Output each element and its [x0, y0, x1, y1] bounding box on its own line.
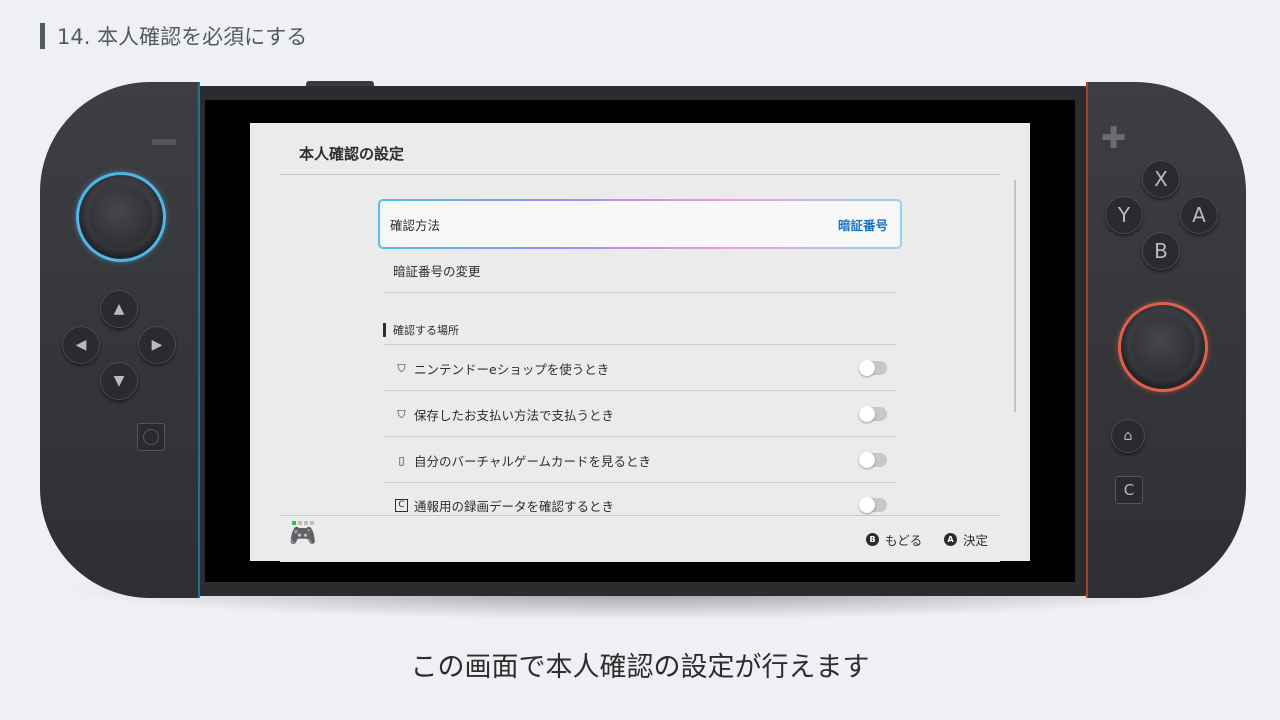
c-button[interactable]: C: [1115, 476, 1143, 504]
section-bar-marker: [383, 323, 386, 337]
shopping-bag-icon: ⛉: [397, 407, 406, 421]
title-bar-marker: [40, 23, 45, 49]
settings-screen: 本人確認の設定 確認方法 暗証番号 暗証番号の変更 確認する場所 ⛉ ニンテンド…: [250, 123, 1030, 562]
title-divider: [280, 174, 1000, 175]
slide-caption: この画面で本人確認の設定が行えます: [410, 652, 870, 683]
report-recording-toggle[interactable]: [859, 497, 887, 513]
left-stick[interactable]: [76, 172, 166, 262]
plus-button[interactable]: ✚: [1101, 124, 1126, 154]
arrow-up-icon: ▲: [113, 301, 125, 317]
eshop-row[interactable]: ⛉ ニンテンドーeショップを使うとき: [383, 345, 897, 391]
dpad-down-button[interactable]: ▼: [100, 362, 138, 400]
saved-payment-toggle[interactable]: [859, 406, 887, 422]
method-row[interactable]: 確認方法 暗証番号: [378, 199, 902, 249]
right-stick[interactable]: [1118, 302, 1208, 392]
capture-circle-icon: [143, 429, 159, 445]
virtual-card-toggle[interactable]: [859, 452, 887, 468]
controller-icon: 🎮: [289, 524, 317, 549]
footer-bar: 🎮 B もどる A 決定: [280, 515, 1000, 562]
back-hint[interactable]: B もどる: [866, 530, 922, 549]
game-card-icon: ▯: [398, 453, 405, 467]
dpad-left-button[interactable]: ◀: [62, 326, 100, 364]
confirm-label: 決定: [963, 533, 989, 548]
slide-title: 14. 本人確認を必須にする: [40, 22, 307, 50]
arrow-left-icon: ◀: [75, 337, 87, 353]
scrollbar[interactable]: [1014, 180, 1016, 412]
eshop-toggle[interactable]: [859, 360, 887, 376]
dpad-right-button[interactable]: ▶: [138, 326, 176, 364]
virtual-card-label: 自分のバーチャルゲームカードを見るとき: [414, 453, 652, 469]
change-pin-label: 暗証番号の変更: [393, 263, 481, 279]
toggle-knob: [859, 497, 875, 513]
divider: [383, 292, 897, 293]
method-label: 確認方法: [390, 217, 441, 233]
saved-payment-row[interactable]: ⛉ 保存したお支払い方法で支払うとき: [383, 391, 897, 437]
confirm-hint[interactable]: A 決定: [944, 530, 988, 549]
screen-title: 本人確認の設定: [299, 145, 405, 163]
x-button[interactable]: X: [1142, 160, 1180, 198]
back-label: もどる: [885, 533, 923, 548]
toggle-knob: [859, 452, 875, 468]
left-stick-cap: [89, 185, 153, 249]
report-recording-label: 通報用の録画データを確認するとき: [414, 498, 615, 514]
toggle-knob: [859, 406, 875, 422]
a-button[interactable]: A: [1180, 196, 1218, 234]
b-button[interactable]: B: [1142, 232, 1180, 270]
saved-payment-label: 保存したお支払い方法で支払うとき: [414, 407, 615, 423]
capture-button[interactable]: [137, 423, 165, 451]
right-stick-cap: [1131, 315, 1195, 379]
change-pin-row[interactable]: 暗証番号の変更: [383, 247, 897, 293]
y-button[interactable]: Y: [1105, 196, 1143, 234]
virtual-card-row[interactable]: ▯ 自分のバーチャルゲームカードを見るとき: [383, 437, 897, 483]
section-header: 確認する場所: [383, 323, 459, 337]
toggle-knob: [859, 360, 875, 376]
minus-button[interactable]: [152, 139, 176, 145]
b-button-icon: B: [866, 533, 879, 546]
home-button[interactable]: ⌂: [1111, 419, 1145, 453]
dpad-up-button[interactable]: ▲: [100, 290, 138, 328]
arrow-down-icon: ▼: [113, 373, 125, 389]
arrow-right-icon: ▶: [151, 337, 163, 353]
slide-title-text: 14. 本人確認を必須にする: [57, 25, 308, 49]
eshop-label: ニンテンドーeショップを使うとき: [414, 361, 610, 377]
method-value: 暗証番号: [837, 217, 888, 233]
home-icon: ⌂: [1123, 428, 1133, 444]
a-button-icon: A: [944, 533, 957, 546]
section-title: 確認する場所: [393, 324, 459, 337]
shopping-bag-icon: ⛉: [397, 361, 406, 375]
c-box-icon: C: [395, 498, 408, 512]
